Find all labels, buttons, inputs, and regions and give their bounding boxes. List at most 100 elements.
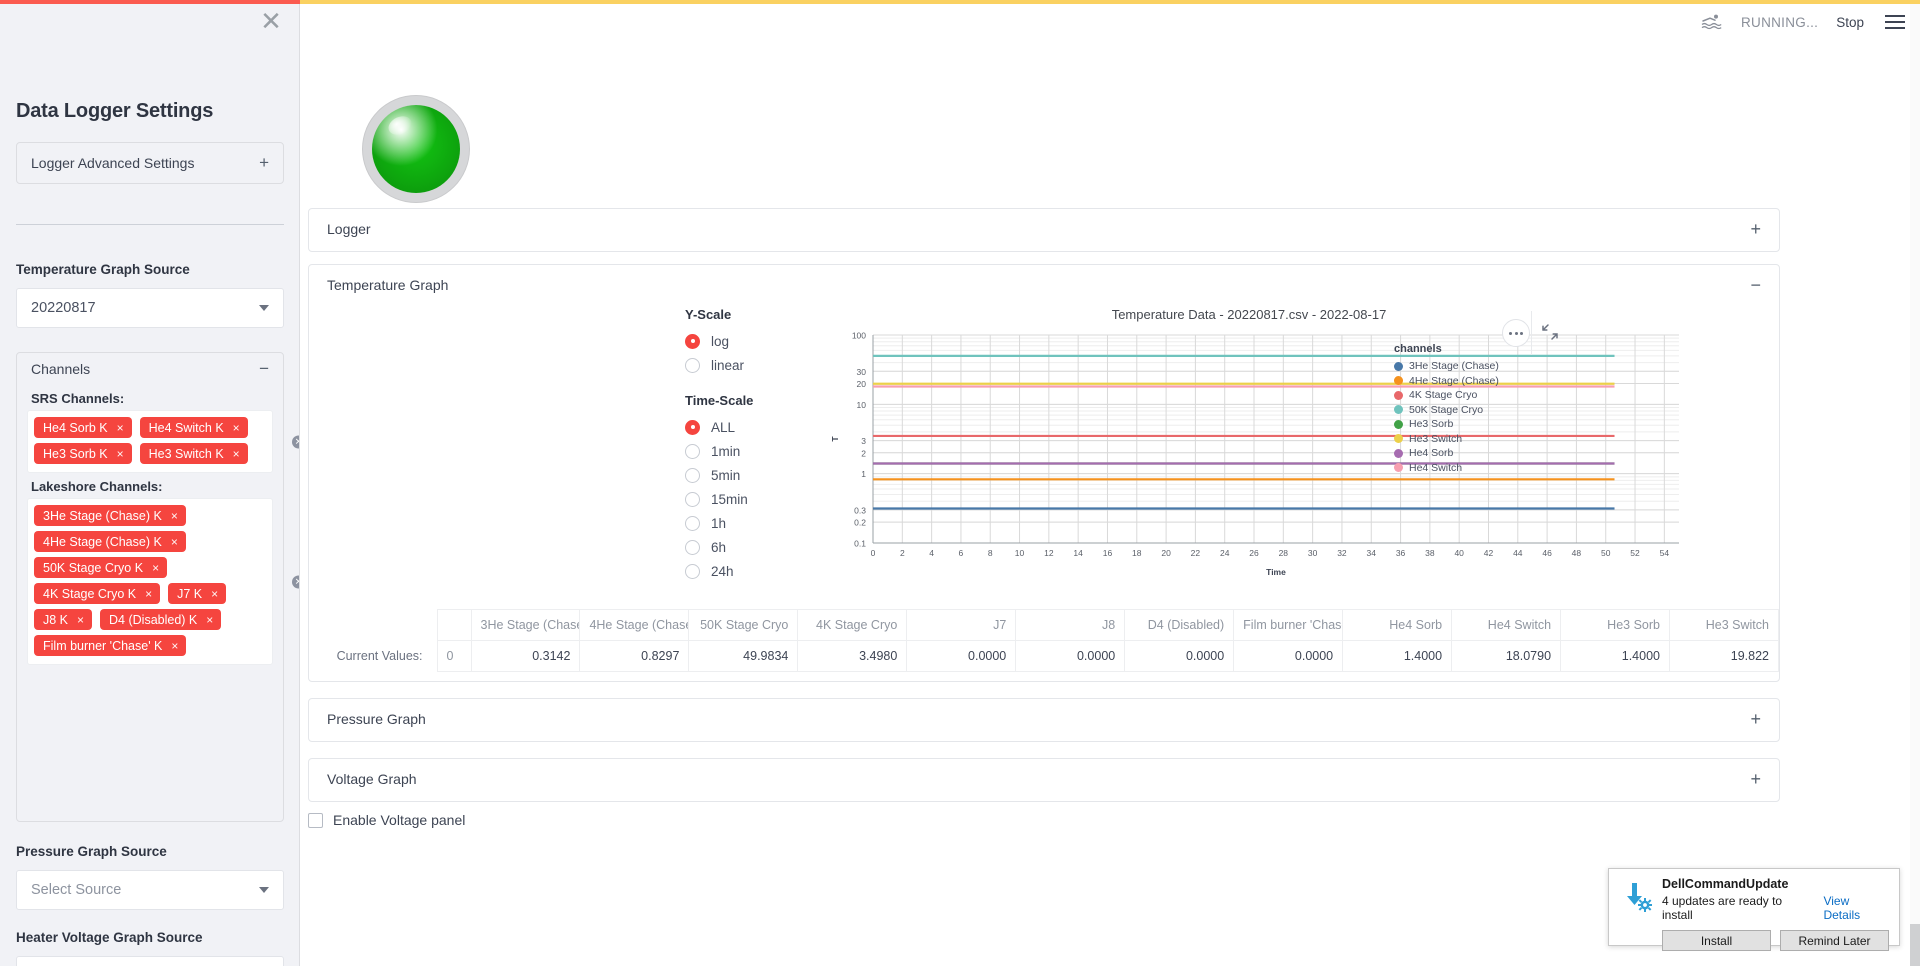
chip-remove-icon[interactable]: × — [233, 447, 240, 461]
radio-icon[interactable] — [685, 491, 700, 507]
voltage-graph-panel-header[interactable]: Voltage Graph + — [309, 759, 1779, 799]
column-header: D4 (Disabled) — [1124, 609, 1235, 641]
chip-remove-icon[interactable]: × — [145, 587, 152, 601]
enable-voltage-checkbox[interactable] — [308, 812, 323, 828]
radio-icon[interactable] — [685, 467, 700, 483]
pressure-graph-source-select[interactable]: Select Source — [16, 870, 284, 910]
top-accent-bar — [0, 0, 1920, 4]
lakeshore-channel-chip[interactable]: Film burner 'Chase' K × — [34, 635, 187, 656]
lakeshore-channel-chip[interactable]: J8 K × — [34, 609, 93, 630]
table-cell: 18.0790 — [1451, 640, 1562, 672]
temperature-graph-source-select[interactable]: 20220817 — [16, 288, 284, 328]
page-scrollbar-track[interactable] — [1910, 4, 1920, 966]
srs-channel-chip[interactable]: He4 Sorb K × — [34, 417, 132, 438]
svg-text:14: 14 — [1073, 548, 1083, 558]
chip-remove-icon[interactable]: × — [171, 639, 178, 653]
radio-icon[interactable] — [685, 419, 700, 435]
collapse-arrows-icon[interactable] — [1541, 323, 1559, 341]
radio-icon[interactable] — [685, 357, 700, 373]
chip-remove-icon[interactable]: × — [211, 587, 218, 601]
column-header: 4K Stage Cryo — [797, 609, 908, 641]
ellipsis-icon[interactable] — [1502, 319, 1530, 347]
radio-icon[interactable] — [685, 515, 700, 531]
timescale-option-all[interactable]: ALL — [685, 415, 815, 439]
lakeshore-channel-chip[interactable]: 3He Stage (Chase) K × — [34, 505, 186, 526]
svg-text:44: 44 — [1513, 548, 1523, 558]
dell-update-icon — [1627, 883, 1652, 912]
legend-item[interactable]: He4 Switch — [1394, 461, 1514, 476]
svg-text:40: 40 — [1454, 548, 1464, 558]
column-header: 3He Stage (Chase) — [470, 609, 581, 641]
legend-item[interactable]: He3 Switch — [1394, 432, 1514, 447]
chip-remove-icon[interactable]: × — [152, 561, 159, 575]
yscale-option-log[interactable]: log — [685, 329, 815, 353]
radio-icon[interactable] — [685, 539, 700, 555]
legend-item[interactable]: 4K Stage Cryo — [1394, 388, 1514, 403]
timescale-radio-group: ALL 1min 5min 15min 1h 6h 24h — [685, 415, 815, 583]
clear-icon[interactable]: ✕ — [292, 435, 299, 448]
legend-item[interactable]: 4He Stage (Chase) — [1394, 374, 1514, 389]
logger-advanced-settings-accordion[interactable]: Logger Advanced Settings + — [16, 142, 284, 184]
pressure-graph-panel-header[interactable]: Pressure Graph + — [309, 699, 1779, 739]
temperature-line-chart[interactable]: 0.10.20.31231020301000 2 4 6 8 10 12 14 16 18 20 22… — [829, 327, 1689, 577]
legend-label: 3He Stage (Chase) — [1409, 360, 1499, 373]
timescale-option-6h[interactable]: 6h — [685, 535, 815, 559]
chip-remove-icon[interactable]: × — [171, 509, 178, 523]
chip-remove-icon[interactable]: × — [117, 447, 124, 461]
lakeshore-channel-chip[interactable]: 50K Stage Cryo K × — [34, 557, 168, 578]
close-icon[interactable]: ✕ — [257, 8, 285, 36]
lakeshore-channel-chip[interactable]: 4He Stage (Chase) K × — [34, 531, 186, 552]
svg-text:48: 48 — [1572, 548, 1582, 558]
timescale-option-24h[interactable]: 24h — [685, 559, 815, 583]
radio-icon[interactable] — [685, 333, 700, 349]
chip-remove-icon[interactable]: × — [77, 613, 84, 627]
temperature-graph-panel-title: Temperature Graph — [327, 277, 449, 293]
chip-remove-icon[interactable]: × — [117, 421, 124, 435]
yscale-option-linear[interactable]: linear — [685, 353, 815, 377]
svg-text:24: 24 — [1220, 548, 1230, 558]
svg-text:Time: Time — [1266, 567, 1286, 577]
install-button[interactable]: Install — [1662, 930, 1771, 951]
logger-panel-header[interactable]: Logger + — [309, 209, 1779, 249]
srs-channel-chip[interactable]: He4 Switch K × — [139, 417, 248, 438]
legend-color-dot — [1394, 419, 1403, 429]
chip-remove-icon[interactable]: × — [206, 613, 213, 627]
lakeshore-channels-chipbox[interactable]: 3He Stage (Chase) K × 4He Stage (Chase) K ×… — [27, 498, 299, 665]
radio-icon[interactable] — [685, 563, 700, 579]
legend-label: 4He Stage (Chase) — [1409, 374, 1499, 387]
timescale-option-1min[interactable]: 1min — [685, 439, 815, 463]
lakeshore-channels-label: Lakeshore Channels: — [31, 479, 163, 494]
srs-channels-chipbox[interactable]: He4 Sorb K × He4 Switch K × He3 Sorb K × He3 S… — [27, 410, 299, 473]
clear-icon[interactable]: ✕ — [292, 575, 299, 588]
channels-accordion-header[interactable]: Channels − — [17, 353, 283, 385]
timescale-option-5min[interactable]: 5min — [685, 463, 815, 487]
lakeshore-channel-chip[interactable]: 4K Stage Cryo K × — [34, 583, 161, 604]
status-led — [372, 105, 460, 193]
srs-channel-chip[interactable]: He3 Sorb K × — [34, 443, 132, 464]
hamburger-menu-icon[interactable] — [1882, 12, 1908, 32]
chip-remove-icon[interactable]: × — [233, 421, 240, 435]
lakeshore-channel-chip[interactable]: D4 (Disabled) K × — [100, 609, 222, 630]
page-scrollbar-thumb[interactable] — [1910, 924, 1920, 966]
stop-button[interactable]: Stop — [1836, 15, 1864, 30]
radio-label: ALL — [711, 419, 736, 435]
chip-label: 4K Stage Cryo K — [43, 586, 137, 601]
timescale-option-1h[interactable]: 1h — [685, 511, 815, 535]
heater-voltage-graph-source-select[interactable] — [16, 956, 284, 966]
lakeshore-chipbox-tools: ✕ — [292, 575, 299, 588]
table-cell: 0.0000 — [906, 640, 1017, 672]
radio-icon[interactable] — [685, 443, 700, 459]
column-header: He4 Sorb — [1342, 609, 1453, 641]
timescale-option-15min[interactable]: 15min — [685, 487, 815, 511]
legend-item[interactable]: He4 Sorb — [1394, 446, 1514, 461]
chip-remove-icon[interactable]: × — [171, 535, 178, 549]
temperature-graph-panel-header[interactable]: Temperature Graph − — [309, 265, 1779, 305]
legend-item[interactable]: 50K Stage Cryo — [1394, 403, 1514, 418]
lakeshore-channel-chip[interactable]: J7 K × — [168, 583, 227, 604]
view-details-link[interactable]: View Details — [1823, 894, 1889, 922]
legend-item[interactable]: He3 Sorb — [1394, 417, 1514, 432]
legend-item[interactable]: 3He Stage (Chase) — [1394, 359, 1514, 374]
minus-icon: − — [1750, 275, 1761, 295]
remind-later-button[interactable]: Remind Later — [1780, 930, 1889, 951]
srs-channel-chip[interactable]: He3 Switch K × — [139, 443, 248, 464]
